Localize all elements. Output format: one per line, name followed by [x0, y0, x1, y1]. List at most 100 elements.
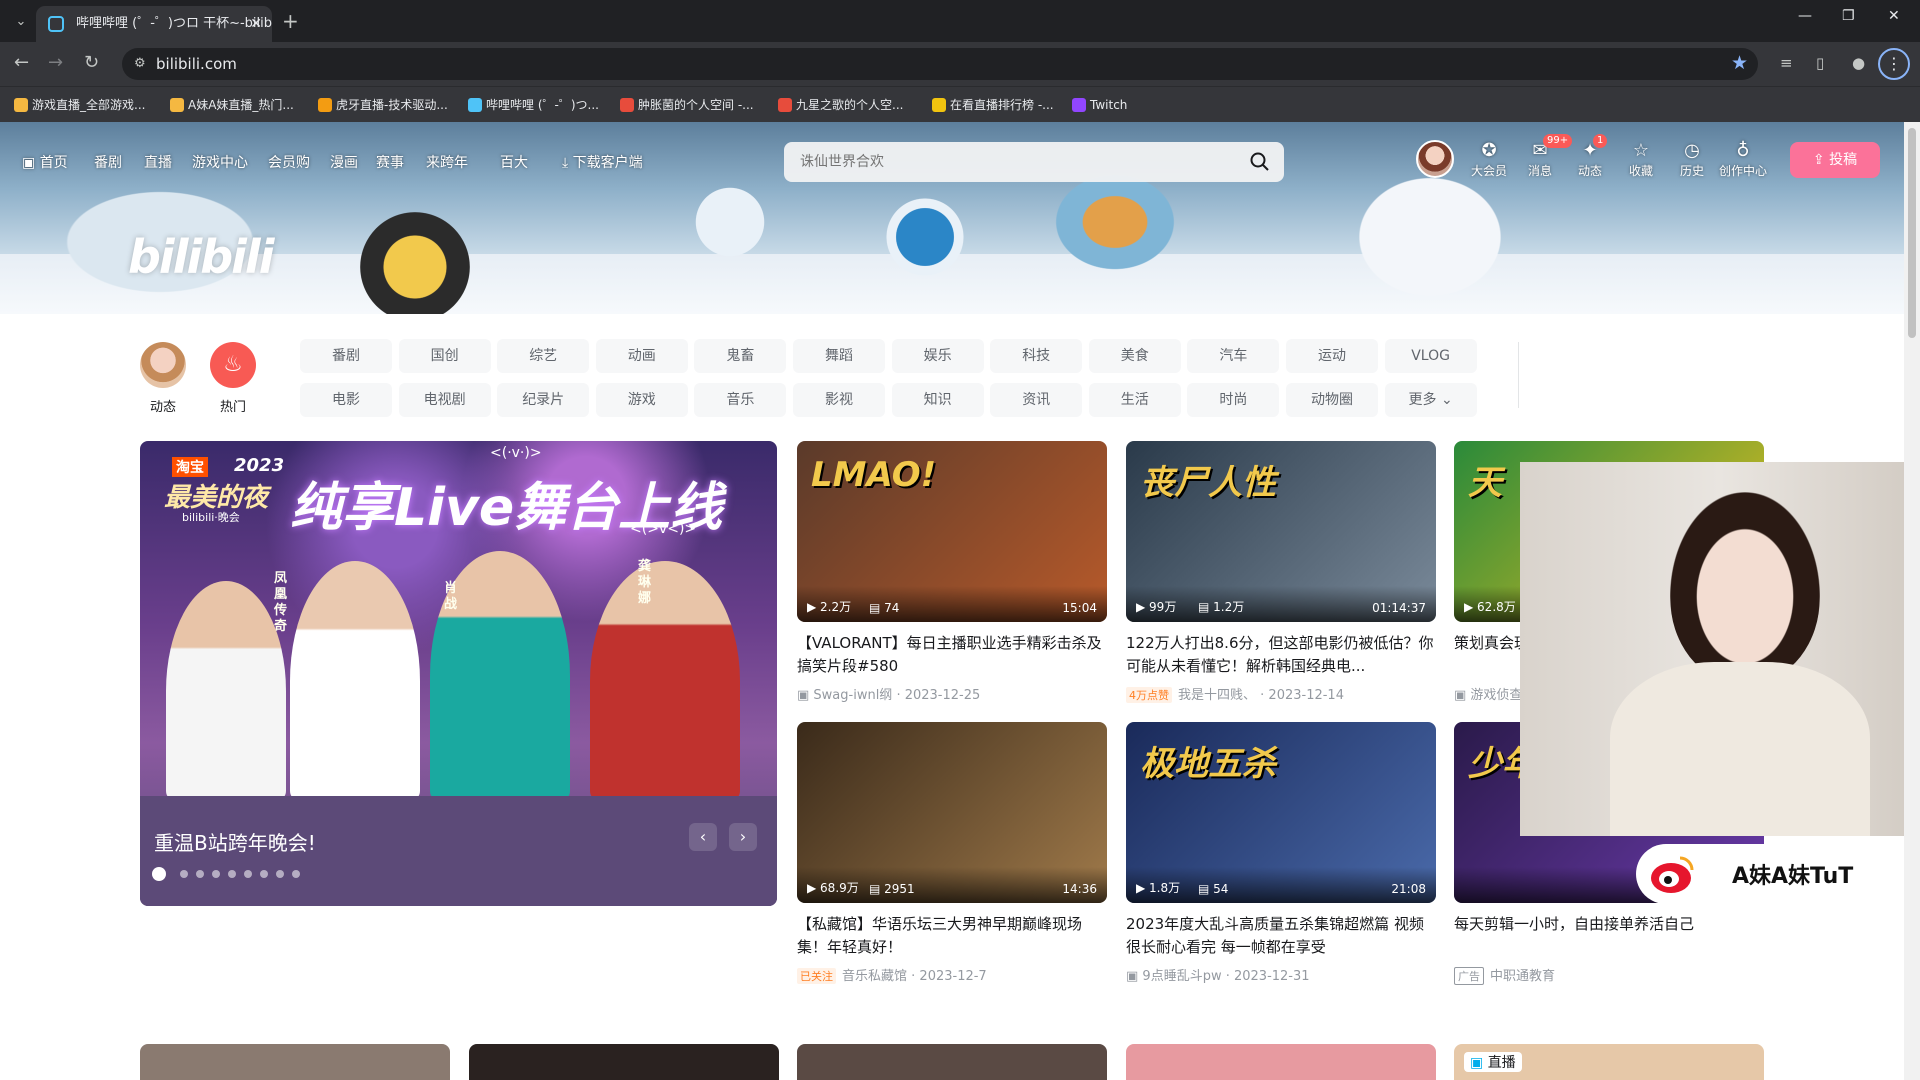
video-author[interactable]: Swag-iwnl纲	[813, 688, 892, 703]
bookmark-item[interactable]: 虎牙直播-技术驱动...	[316, 87, 448, 123]
search-icon[interactable]	[1248, 150, 1272, 174]
bookmark-item[interactable]: 在看直播排行榜 -...	[930, 87, 1054, 123]
tab-close-icon[interactable]: ✕	[250, 6, 262, 42]
channel-row2-item[interactable]: 生活	[1088, 383, 1181, 417]
bookmark-item[interactable]: 九星之歌的个人空...	[776, 87, 903, 123]
carousel-dot[interactable]	[212, 870, 220, 878]
channel-row1-item[interactable]: 动画	[595, 339, 688, 373]
channel-row1-item[interactable]: 鬼畜	[694, 339, 787, 373]
channel-row1-item[interactable]: VLOG	[1384, 339, 1477, 373]
header-favorite-button[interactable]: ☆ 收藏	[1616, 140, 1666, 179]
video-author[interactable]: 游戏侦查	[1470, 688, 1522, 703]
carousel-dot[interactable]	[292, 870, 300, 878]
nav-item[interactable]: 赛事	[376, 152, 404, 172]
site-info-icon[interactable]: ⚙	[134, 48, 146, 80]
video-title[interactable]: 每天剪辑一小时，自由接单养活自己	[1454, 913, 1764, 959]
side-panel-icon[interactable]: ▯	[1816, 54, 1824, 72]
video-thumbnail[interactable]: ▶ 68.9万 ▤ 2951 14:36	[797, 722, 1107, 903]
carousel-dot[interactable]	[276, 870, 284, 878]
video-author[interactable]: 9点睡乱斗pw	[1142, 969, 1221, 984]
browser-tab[interactable]: 哔哩哔哩 (゜-゜)つロ 干杯~-bilibili ✕	[36, 6, 272, 42]
reading-list-icon[interactable]: ≡	[1780, 54, 1793, 72]
hero-carousel[interactable]: 淘宝 2023 最美的夜 bilibili·晚会 纯享Live舞台上线 <(·v…	[140, 441, 777, 906]
carousel-dot[interactable]	[228, 870, 236, 878]
video-card[interactable]: 丧尸人性 ▶ 99万 ▤ 1.2万 01:14:37 122万人打出8.6分，但这部电影…	[1126, 441, 1436, 703]
video-thumbnail[interactable]: LMAO! ▶ 2.2万 ▤ 74 15:04	[797, 441, 1107, 622]
carousel-dot[interactable]	[244, 870, 252, 878]
channel-row1-item[interactable]: 科技	[990, 339, 1083, 373]
address-bar[interactable]: ⚙ bilibili.com ★	[122, 48, 1758, 80]
carousel-next-icon[interactable]: ›	[729, 823, 757, 851]
channel-row1-item[interactable]: 综艺	[497, 339, 590, 373]
channel-row2-item[interactable]: 游戏	[595, 383, 688, 417]
channel-row2-item[interactable]: 资讯	[990, 383, 1083, 417]
nav-item[interactable]: 会员购	[268, 152, 310, 172]
video-thumbnail[interactable]: 丧尸人性 ▶ 99万 ▤ 1.2万 01:14:37	[1126, 441, 1436, 622]
upload-button[interactable]: ⇪ 投稿	[1790, 142, 1880, 178]
channel-row1-item[interactable]: 国创	[398, 339, 491, 373]
reload-icon[interactable]: ↻	[84, 52, 99, 73]
carousel-dot[interactable]	[260, 870, 268, 878]
channel-row2-item[interactable]: 时尚	[1187, 383, 1280, 417]
tab-search-icon[interactable]: ⌄	[10, 11, 32, 33]
channel-row2-item[interactable]: 知识	[891, 383, 984, 417]
bookmark-item[interactable]: 哔哩哔哩 (゜-゜)つ...	[466, 87, 599, 123]
bookmark-item[interactable]: 肿胀菌的个人空间 -...	[618, 87, 754, 123]
video-author[interactable]: 中职通教育	[1490, 969, 1555, 984]
page-scrollbar[interactable]	[1904, 122, 1920, 1080]
bookmark-item[interactable]: 游戏直播_全部游戏...	[12, 87, 145, 123]
channel-row2-item[interactable]: 动物圈	[1286, 383, 1378, 417]
channel-row2-item[interactable]: 纪录片	[497, 383, 590, 417]
video-card[interactable]: ▶ 68.9万 ▤ 2951 14:36 【私藏馆】华语乐坛三大男神早期巅峰现场集！年…	[797, 722, 1107, 984]
header-vip-button[interactable]: ✪ 大会员	[1464, 140, 1514, 179]
channel-row2-item[interactable]: 音乐	[694, 383, 787, 417]
user-avatar[interactable]	[1416, 140, 1454, 178]
channel-row1-item[interactable]: 舞蹈	[793, 339, 885, 373]
nav-item[interactable]: 漫画	[330, 152, 358, 172]
forward-icon[interactable]: →	[48, 52, 63, 73]
video-title[interactable]: 【私藏馆】华语乐坛三大男神早期巅峰现场集！年轻真好！	[797, 913, 1107, 959]
carousel-caption[interactable]: 重温B站跨年晚会!	[154, 827, 316, 856]
nav-item[interactable]: ▣ 首页	[22, 152, 68, 172]
channel-row2-item[interactable]: 更多 ⌄	[1384, 383, 1477, 417]
channel-row1-item[interactable]: 娱乐	[891, 339, 984, 373]
video-author[interactable]: 音乐私藏馆	[842, 969, 907, 984]
minimize-icon[interactable]: —	[1798, 8, 1812, 24]
nav-item[interactable]: 来跨年	[426, 152, 468, 172]
nav-item[interactable]: 直播	[144, 152, 172, 172]
channel-row2-item[interactable]: 电视剧	[398, 383, 491, 417]
video-card[interactable]: LMAO! ▶ 2.2万 ▤ 74 15:04 【VALORANT】每日主播职业选手精彩…	[797, 441, 1107, 703]
hot-label[interactable]: 热门	[203, 396, 263, 415]
video-title[interactable]: 122万人打出8.6分，但这部电影仍被低估？你可能从未看懂它！解析韩国经典电..…	[1126, 632, 1436, 678]
restore-icon[interactable]: ❐	[1842, 8, 1855, 24]
carousel-dot[interactable]	[152, 867, 166, 881]
channel-row2-item[interactable]: 影视	[793, 383, 885, 417]
carousel-dot[interactable]	[180, 870, 188, 878]
header-history-button[interactable]: ◷ 历史	[1667, 140, 1717, 179]
window-close-icon[interactable]: ✕	[1888, 8, 1900, 24]
nav-item[interactable]: ⤓ 下载客户端	[562, 152, 643, 172]
back-icon[interactable]: ←	[14, 52, 29, 73]
channel-row1-item[interactable]: 美食	[1088, 339, 1181, 373]
video-card[interactable]: 极地五杀 ▶ 1.8万 ▤ 54 21:08 2023年度大乱斗高质量五杀集锦超燃篇 视…	[1126, 722, 1436, 984]
header-message-button[interactable]: ✉ 消息 99+	[1515, 134, 1573, 179]
new-tab-icon[interactable]: +	[282, 9, 299, 33]
header-creator-button[interactable]: ♁ 创作中心	[1718, 140, 1768, 179]
search-bar[interactable]	[784, 142, 1284, 182]
bilibili-logo[interactable]: bilibili	[128, 230, 274, 284]
nav-item[interactable]: 百大	[500, 152, 528, 172]
video-title[interactable]: 2023年度大乱斗高质量五杀集锦超燃篇 视频很长耐心看完 每一帧都在享受	[1126, 913, 1436, 959]
browser-menu-icon[interactable]: ⋮	[1878, 48, 1910, 80]
profile-icon[interactable]: ●	[1852, 54, 1865, 72]
video-thumbnail[interactable]: 极地五杀 ▶ 1.8万 ▤ 54 21:08	[1126, 722, 1436, 903]
bookmark-item[interactable]: Twitch	[1070, 87, 1127, 123]
bookmark-star-icon[interactable]: ★	[1731, 47, 1748, 79]
nav-item[interactable]: 番剧	[94, 152, 122, 172]
channel-row1-item[interactable]: 汽车	[1187, 339, 1280, 373]
carousel-dot[interactable]	[196, 870, 204, 878]
hot-flame-icon[interactable]: ♨	[210, 342, 256, 388]
channel-row1-item[interactable]: 运动	[1286, 339, 1378, 373]
video-title[interactable]: 【VALORANT】每日主播职业选手精彩击杀及搞笑片段#580	[797, 632, 1107, 678]
bookmark-item[interactable]: A妹A妹直播_热门...	[168, 87, 294, 123]
channel-row1-item[interactable]: 番剧	[300, 339, 392, 373]
